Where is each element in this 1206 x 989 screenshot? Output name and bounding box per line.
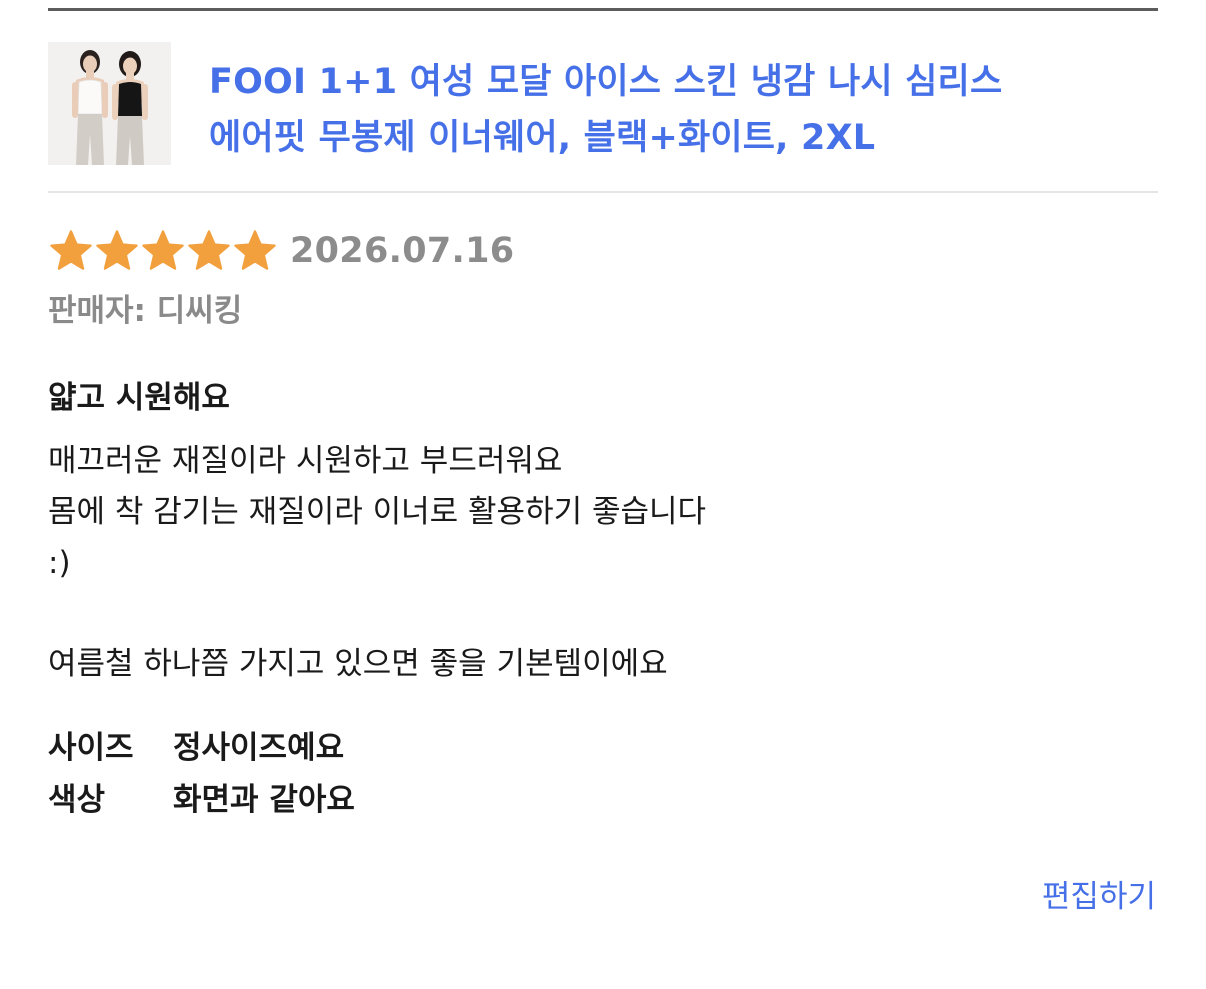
star-icon: [50, 230, 92, 270]
star-icon: [96, 230, 138, 270]
review-body: 매끄러운 재질이라 시원하고 부드러워요 몸에 착 감기는 재질이라 이너로 활…: [48, 436, 1148, 690]
review-body-blank-line: [48, 589, 1148, 639]
star-rating: [48, 228, 278, 274]
product-summary[interactable]: FOOI 1+1 여성 모달 아이스 스킨 냉감 나시 심리스 에어핏 무봉제 …: [48, 42, 1158, 166]
review-attributes: 사이즈 정사이즈예요 색상 화면과 같아요: [48, 722, 355, 826]
star-icon: [142, 230, 184, 270]
attribute-value-size: 정사이즈예요: [173, 730, 345, 766]
top-divider: [48, 8, 1158, 11]
review-body-line: 여름철 하나쯤 가지고 있으면 좋을 기본템이에요: [48, 646, 668, 682]
attribute-label-color: 색상: [48, 782, 106, 818]
product-image: [48, 42, 171, 165]
product-title-link[interactable]: FOOI 1+1 여성 모달 아이스 스킨 냉감 나시 심리스 에어핏 무봉제 …: [209, 54, 1129, 166]
review-date: 2026.07.16: [290, 231, 515, 271]
attribute-value-color: 화면과 같아요: [173, 782, 355, 818]
edit-review-button[interactable]: 편집하기: [1042, 872, 1156, 922]
attribute-label-size: 사이즈: [48, 730, 134, 766]
star-icon: [234, 230, 276, 270]
review-body-line: :): [48, 545, 71, 581]
attribute-row-size: 사이즈 정사이즈예요: [48, 722, 355, 774]
seller-name: 판매자: 디씨킹: [48, 293, 243, 329]
product-thumbnail[interactable]: [48, 42, 171, 165]
product-title-line-2[interactable]: 에어핏 무봉제 이너웨어, 블랙+화이트, 2XL: [209, 110, 1129, 166]
rating-row: 2026.07.16: [48, 226, 514, 276]
star-icon: [188, 230, 230, 270]
review-title: 얇고 시원해요: [48, 380, 230, 416]
review-body-line: 몸에 착 감기는 재질이라 이너로 활용하기 좋습니다: [48, 494, 707, 530]
review-body-line: 매끄러운 재질이라 시원하고 부드러워요: [48, 443, 563, 479]
section-divider: [48, 191, 1158, 193]
attribute-row-color: 색상 화면과 같아요: [48, 774, 355, 826]
product-title-line-1[interactable]: FOOI 1+1 여성 모달 아이스 스킨 냉감 나시 심리스: [209, 54, 1129, 110]
